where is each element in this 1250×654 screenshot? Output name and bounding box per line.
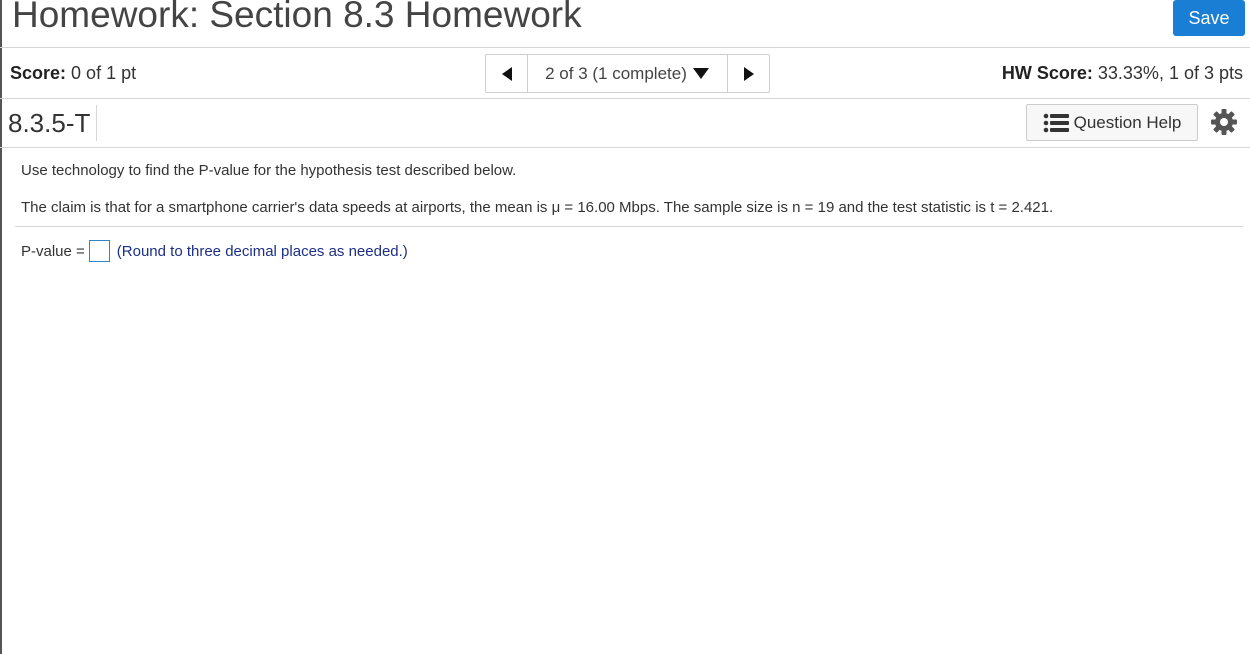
next-arrow-icon: [743, 66, 754, 81]
page-title: Homework: Section 8.3 Homework: [12, 0, 582, 35]
question-id: 8.3.5-T: [8, 105, 98, 141]
p-value-label: P-value =: [21, 242, 85, 260]
score-bar: Score: 0 of 1 pt 2 of 3 (1 complete) HW …: [0, 48, 1250, 99]
question-instruction: Use technology to find the P-value for t…: [21, 162, 517, 179]
question-select-dropdown[interactable]: 2 of 3 (1 complete): [528, 55, 727, 92]
p-value-input[interactable]: [88, 240, 110, 262]
list-icon: [1043, 113, 1069, 133]
divider: [15, 226, 1243, 227]
question-claim: The claim is that for a smartphone carri…: [21, 199, 1054, 216]
question-header: 8.3.5-T Question Help: [0, 99, 1250, 148]
question-help-label: Question Help: [1073, 112, 1182, 132]
question-help-button[interactable]: Question Help: [1026, 104, 1198, 141]
rounding-hint: (Round to three decimal places as needed…: [116, 242, 408, 260]
save-button[interactable]: Save: [1173, 0, 1245, 36]
score-label: Score:: [10, 63, 67, 83]
question-navigator: 2 of 3 (1 complete): [485, 54, 770, 93]
score: Score: 0 of 1 pt: [10, 63, 136, 84]
prev-arrow-icon: [501, 66, 512, 81]
question-position: 2 of 3 (1 complete): [545, 63, 687, 83]
header-bar: Homework: Section 8.3 Homework Save: [0, 0, 1250, 48]
hw-score: HW Score: 33.33%, 1 of 3 pts: [1002, 63, 1243, 84]
next-question-button[interactable]: [727, 55, 769, 92]
gear-icon[interactable]: [1210, 108, 1238, 136]
hw-score-value: 33.33%, 1 of 3 pts: [1097, 63, 1243, 83]
dropdown-caret-icon: [692, 67, 710, 80]
hw-score-label: HW Score:: [1001, 63, 1093, 83]
previous-question-button[interactable]: [486, 55, 528, 92]
answer-row: P-value = (Round to three decimal places…: [21, 239, 408, 263]
score-value: 0 of 1 pt: [71, 63, 137, 83]
